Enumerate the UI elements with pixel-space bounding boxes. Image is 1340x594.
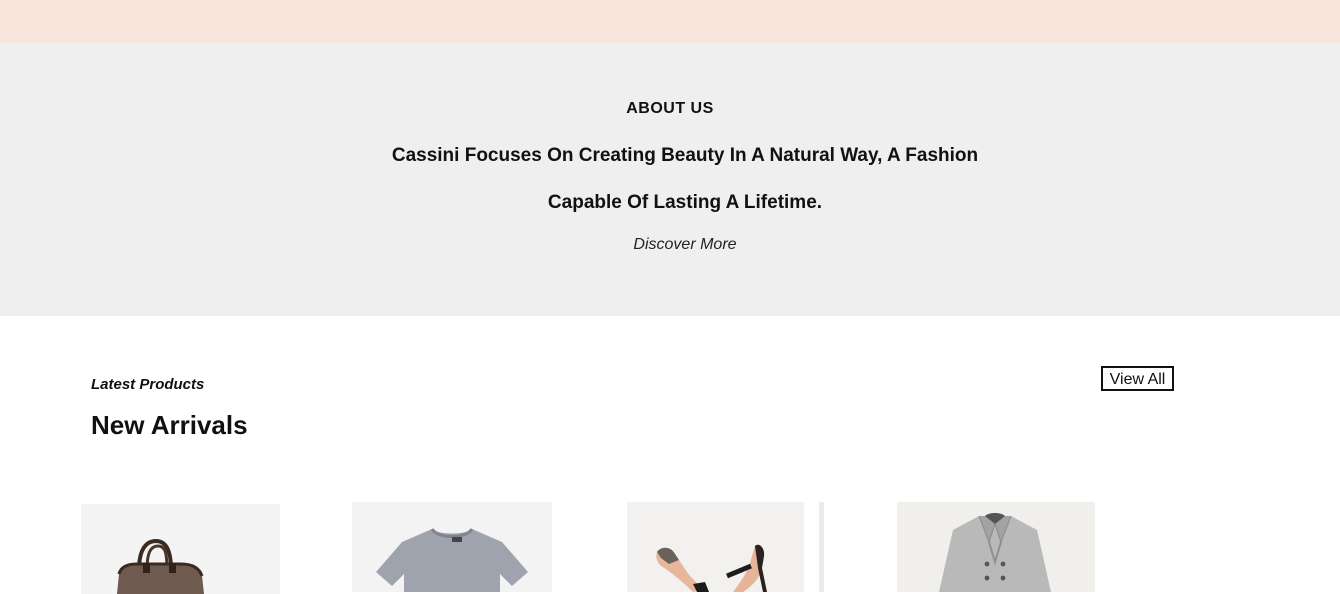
new-arrivals-title: New Arrivals — [91, 410, 248, 440]
view-all-button[interactable]: View All — [1101, 366, 1174, 391]
about-tagline-line-1: Cassini Focuses On Creating Beauty In A … — [391, 145, 979, 166]
product-card-coat[interactable] — [897, 502, 1095, 592]
about-heading: ABOUT US — [626, 100, 714, 117]
discover-more-link[interactable]: Discover More — [0, 236, 1340, 254]
latest-products-label: Latest Products — [91, 376, 205, 393]
about-section: ABOUT US Cassini Focuses On Creating Bea… — [0, 43, 1340, 316]
bag-icon — [117, 538, 204, 594]
top-banner — [0, 0, 1340, 43]
product-card-bag[interactable] — [81, 504, 280, 594]
tshirt-icon — [376, 527, 528, 592]
heels-icon — [656, 544, 767, 592]
card-divider — [819, 502, 824, 592]
product-card-tshirt[interactable] — [352, 502, 552, 592]
about-tagline-line-2: Capable Of Lasting A Lifetime. — [547, 192, 823, 213]
product-card-heels[interactable] — [627, 502, 804, 592]
coat-icon — [939, 513, 1051, 592]
